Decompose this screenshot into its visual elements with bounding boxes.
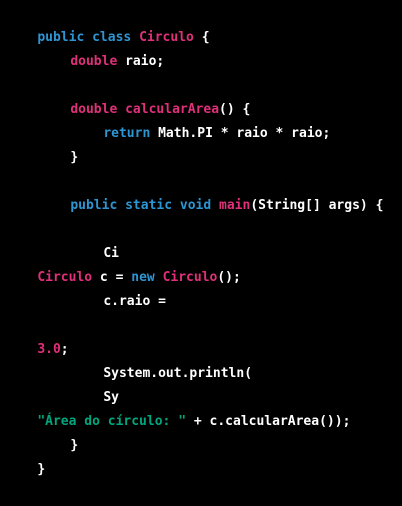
code-text: raio; — [117, 54, 165, 69]
code-text: + c.calcularArea()); — [186, 414, 351, 429]
code-line-10: 3.0; — [6, 314, 68, 357]
closing-brace: } — [37, 462, 46, 477]
code-text: (); — [217, 270, 241, 285]
code-line-4: return Math.PI * raio * raio; — [6, 98, 330, 141]
code-line-8: Circulo c = new Circulo(); — [6, 242, 241, 285]
code-line-1: public class Circulo { — [6, 2, 209, 45]
code-line-11: System.out.println( — [6, 338, 252, 381]
code-line-5: } — [6, 122, 78, 165]
code-editor[interactable]: public class Circulo { double raio; doub… — [0, 0, 402, 477]
code-text: (String[] args) { — [250, 198, 384, 213]
code-line-15: } — [6, 434, 45, 477]
code-text: { — [193, 30, 210, 45]
code-line-14: } — [6, 410, 78, 453]
keyword-public-static-void: public static void — [70, 198, 212, 213]
code-line-9: c.raio = — [6, 266, 166, 309]
closing-brace: } — [70, 150, 79, 165]
code-line-13: "Área do círculo: " + c.calcularArea()); — [6, 386, 350, 429]
code-line-2: double raio; — [6, 26, 164, 69]
keyword-return: return — [103, 126, 151, 141]
code-line-3: double calcularArea() { — [6, 74, 250, 117]
type-double: double — [70, 54, 118, 69]
closing-brace: } — [70, 438, 79, 453]
code-text: Math.PI * raio * raio; — [150, 126, 331, 141]
code-text: System.out.println( — [103, 366, 253, 381]
class-name: Circulo — [162, 270, 218, 285]
method-name: main — [219, 198, 251, 213]
code-text: c.raio = — [103, 294, 166, 309]
code-line-6: public static void main(String[] args) { — [6, 170, 383, 213]
code-line-12: Sy — [6, 362, 119, 405]
code-line-7: Ci — [6, 218, 119, 261]
